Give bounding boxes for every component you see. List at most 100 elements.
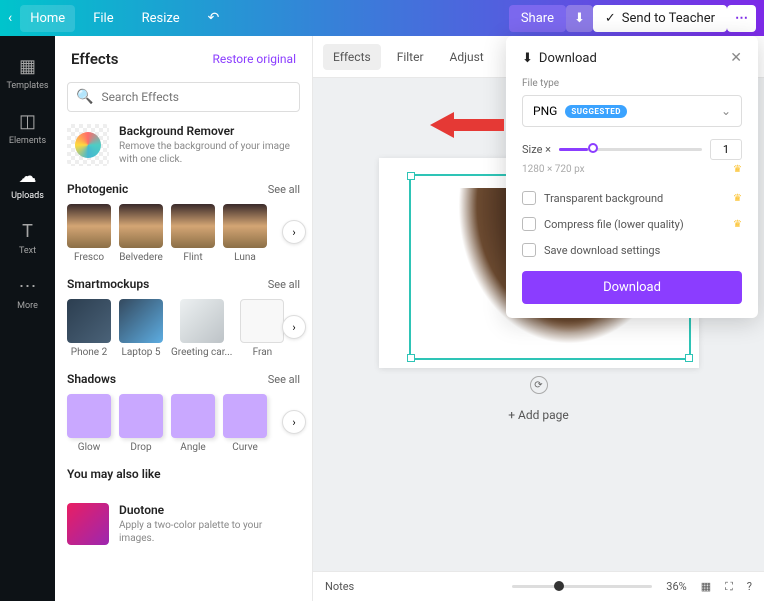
rail-elements[interactable]: ◫Elements bbox=[0, 101, 55, 156]
see-all-link[interactable]: See all bbox=[268, 373, 300, 386]
zoom-slider[interactable] bbox=[512, 585, 652, 588]
effects-panel: Effects Restore original 🔍 Background Re… bbox=[55, 36, 313, 601]
resize-handle-bl[interactable] bbox=[407, 354, 415, 362]
slider-handle[interactable] bbox=[588, 143, 598, 153]
tool-filter[interactable]: Filter bbox=[387, 44, 434, 70]
see-all-link[interactable]: See all bbox=[268, 278, 300, 291]
chevron-down-icon: ⌄ bbox=[721, 104, 731, 118]
bottom-bar: Notes 36% ▦ ⛶ ? bbox=[313, 571, 764, 601]
undo-icon[interactable]: ↶ bbox=[198, 4, 230, 32]
shadow-curve[interactable]: Curve bbox=[223, 394, 267, 453]
tool-effects[interactable]: Effects bbox=[323, 44, 381, 70]
crown-icon: ♛ bbox=[733, 164, 742, 175]
file-type-label: File type bbox=[522, 78, 742, 89]
search-effects[interactable]: 🔍 bbox=[67, 82, 300, 112]
rail-more[interactable]: ⋯More bbox=[0, 266, 55, 321]
rail-uploads[interactable]: ☁Uploads bbox=[0, 156, 55, 211]
zoom-handle[interactable] bbox=[554, 581, 564, 591]
see-all-link[interactable]: See all bbox=[268, 183, 300, 196]
send-to-teacher-button[interactable]: ✓Send to Teacher bbox=[593, 5, 727, 32]
size-label: Size × bbox=[522, 143, 551, 156]
restore-original-link[interactable]: Restore original bbox=[213, 52, 296, 66]
effect-fresco[interactable]: Fresco bbox=[67, 204, 111, 263]
resize-handle-br[interactable] bbox=[685, 354, 693, 362]
background-remover[interactable]: Background Remover Remove the background… bbox=[55, 124, 312, 182]
photogenic-section: Photogenic See all Fresco Belvedere Flint… bbox=[55, 182, 312, 277]
shadow-glow[interactable]: Glow bbox=[67, 394, 111, 453]
effect-luna[interactable]: Luna bbox=[223, 204, 267, 263]
file-type-value: PNG bbox=[533, 104, 557, 118]
smartmockups-section: Smartmockups See all Phone 2 Laptop 5 Gre… bbox=[55, 277, 312, 372]
duotone-effect[interactable]: Duotone Apply a two-color palette to you… bbox=[55, 503, 312, 545]
transparent-bg-checkbox[interactable]: Transparent background♛ bbox=[522, 185, 742, 211]
dimensions-text: 1280 × 720 px ♛ bbox=[522, 164, 742, 175]
suggested-badge: SUGGESTED bbox=[565, 105, 627, 118]
add-page-button[interactable]: + Add page bbox=[508, 408, 569, 422]
mockup-greeting-card[interactable]: Greeting car... bbox=[171, 299, 232, 358]
uploads-icon: ☁ bbox=[19, 166, 37, 187]
you-may-also-like-section: You may also like bbox=[55, 467, 312, 503]
section-title: Photogenic bbox=[67, 182, 128, 196]
panel-title: Effects bbox=[71, 50, 118, 68]
side-rail: ▦Templates ◫Elements ☁Uploads TText ⋯Mor… bbox=[0, 36, 55, 601]
file-type-select[interactable]: PNG SUGGESTED ⌄ bbox=[522, 95, 742, 127]
download-icon-button[interactable]: ⬇ bbox=[566, 5, 593, 32]
section-title: Shadows bbox=[67, 372, 116, 386]
download-icon: ⬇ bbox=[522, 51, 533, 66]
shadow-drop[interactable]: Drop bbox=[119, 394, 163, 453]
shadows-section: Shadows See all Glow Drop Angle Curve › bbox=[55, 372, 312, 467]
file-menu[interactable]: File bbox=[83, 5, 123, 32]
more-button[interactable]: ⋯ bbox=[727, 5, 756, 32]
close-icon[interactable]: ✕ bbox=[730, 50, 742, 66]
shadow-angle[interactable]: Angle bbox=[171, 394, 215, 453]
top-bar: ‹ Home File Resize ↶ Share ⬇ ✓Send to Te… bbox=[0, 0, 764, 36]
mockup-laptop5[interactable]: Laptop 5 bbox=[119, 299, 163, 358]
grid-view-icon[interactable]: ▦ bbox=[701, 580, 711, 593]
share-button[interactable]: Share bbox=[509, 5, 566, 32]
download-button[interactable]: Download bbox=[522, 271, 742, 304]
bg-remover-title: Background Remover bbox=[119, 124, 300, 138]
mockup-phone2[interactable]: Phone 2 bbox=[67, 299, 111, 358]
effect-belvedere[interactable]: Belvedere bbox=[119, 204, 163, 263]
rail-text[interactable]: TText bbox=[0, 211, 55, 266]
zoom-value: 36% bbox=[666, 580, 686, 593]
search-input[interactable] bbox=[101, 90, 291, 104]
search-icon: 🔍 bbox=[76, 89, 93, 105]
size-slider[interactable] bbox=[559, 148, 702, 151]
resize-handle-tl[interactable] bbox=[407, 172, 415, 180]
download-popover: ⬇Download ✕ File type PNG SUGGESTED ⌄ Si… bbox=[506, 36, 758, 318]
crown-icon: ♛ bbox=[733, 219, 742, 230]
resize-menu[interactable]: Resize bbox=[132, 5, 190, 32]
section-title: You may also like bbox=[67, 467, 161, 481]
effect-flint[interactable]: Flint bbox=[171, 204, 215, 263]
mockup-frame[interactable]: Fran bbox=[240, 299, 284, 358]
more-icon: ⋯ bbox=[19, 276, 37, 297]
rail-templates[interactable]: ▦Templates bbox=[0, 46, 55, 101]
save-settings-checkbox[interactable]: Save download settings bbox=[522, 237, 742, 263]
chevron-right-icon[interactable]: › bbox=[282, 220, 306, 244]
help-icon[interactable]: ? bbox=[747, 580, 752, 593]
bg-remover-icon bbox=[67, 124, 109, 166]
text-icon: T bbox=[22, 221, 33, 242]
notes-button[interactable]: Notes bbox=[325, 580, 354, 593]
elements-icon: ◫ bbox=[19, 111, 36, 132]
annotation-arrow bbox=[430, 110, 504, 140]
bg-remover-desc: Remove the background of your image with… bbox=[119, 140, 300, 166]
crown-icon: ♛ bbox=[733, 193, 742, 204]
tool-adjust[interactable]: Adjust bbox=[440, 44, 494, 70]
rotate-icon[interactable]: ⟳ bbox=[530, 376, 548, 394]
chevron-right-icon[interactable]: › bbox=[282, 315, 306, 339]
size-input[interactable] bbox=[710, 139, 742, 160]
duotone-desc: Apply a two-color palette to your images… bbox=[119, 519, 300, 545]
check-icon: ✓ bbox=[605, 11, 616, 26]
section-title: Smartmockups bbox=[67, 277, 149, 291]
fullscreen-icon[interactable]: ⛶ bbox=[725, 580, 733, 594]
duotone-title: Duotone bbox=[119, 503, 300, 517]
back-icon[interactable]: ‹ bbox=[8, 10, 12, 26]
duotone-icon bbox=[67, 503, 109, 545]
chevron-right-icon[interactable]: › bbox=[282, 410, 306, 434]
templates-icon: ▦ bbox=[19, 56, 36, 77]
home-button[interactable]: Home bbox=[20, 5, 75, 32]
compress-checkbox[interactable]: Compress file (lower quality)♛ bbox=[522, 211, 742, 237]
popover-title: ⬇Download bbox=[522, 51, 597, 66]
